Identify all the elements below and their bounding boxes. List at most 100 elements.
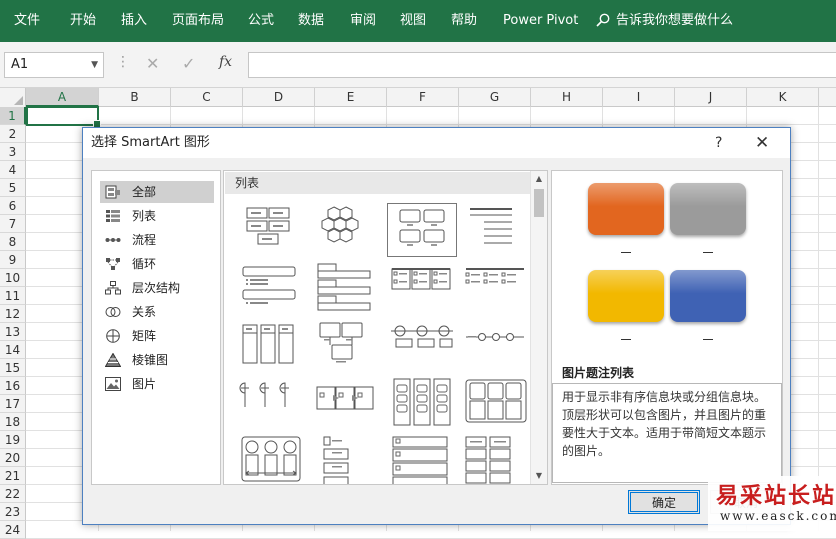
tab-home[interactable]: 开始 [70,0,96,42]
tab-view[interactable]: 视图 [400,0,426,42]
category-picture[interactable]: 图片 [100,373,214,395]
row-header-10[interactable]: 10 [0,269,26,287]
layout-thumbnail[interactable] [462,435,532,484]
row-header-13[interactable]: 13 [0,323,26,341]
name-box-dropdown-icon[interactable]: ▼ [91,53,98,77]
layout-thumbnail[interactable] [462,203,532,257]
category-label: 矩阵 [132,329,157,343]
row-header-15[interactable]: 15 [0,359,26,377]
cancel-entry-icon[interactable]: ✕ [146,54,159,73]
layout-thumbnail[interactable] [237,203,307,257]
layout-thumbnail[interactable] [462,377,532,431]
tab-file[interactable]: 文件 [14,0,40,42]
category-list-item[interactable]: 列表 [100,205,214,227]
category-relationship[interactable]: 关系 [100,301,214,323]
formula-bar-grip-icon[interactable]: ⋮ [116,54,130,70]
column-header-c[interactable]: C [171,88,243,107]
dialog-title-bar[interactable]: 选择 SmartArt 图形 ? ✕ [83,128,790,158]
layout-thumbnail[interactable] [237,377,307,431]
column-header-g[interactable]: G [459,88,531,107]
name-box[interactable]: A1 ▼ [4,52,104,78]
help-button[interactable]: ? [715,128,722,158]
insert-function-button[interactable]: fx [219,54,232,70]
row-header-17[interactable]: 17 [0,395,26,413]
layout-thumbnail-selected[interactable] [387,203,457,257]
row-header-2[interactable]: 2 [0,125,26,143]
row-header-11[interactable]: 11 [0,287,26,305]
tab-formulas[interactable]: 公式 [248,0,274,42]
row-header-12[interactable]: 12 [0,305,26,323]
picture-icon [105,377,121,391]
layout-thumbnail[interactable] [237,261,307,315]
confirm-entry-icon[interactable]: ✓ [182,54,195,73]
category-pyramid[interactable]: 棱锥图 [100,349,214,371]
layout-thumbnail[interactable] [237,435,307,484]
row-header-21[interactable]: 21 [0,467,26,485]
ribbon-tabs: 文件 开始 插入 页面布局 公式 数据 审阅 视图 帮助 Power Pivot… [0,0,836,42]
scroll-thumb[interactable] [534,189,544,217]
scroll-down-icon[interactable]: ▼ [531,468,547,484]
preview-shape-orange [588,183,664,235]
layout-thumbnail[interactable] [387,261,457,315]
row-header-23[interactable]: 23 [0,503,26,521]
layout-thumbnail[interactable] [312,203,382,257]
ok-button[interactable]: 确定 [628,490,700,514]
row-header-9[interactable]: 9 [0,251,26,269]
column-header-k[interactable]: K [747,88,819,107]
column-header-b[interactable]: B [99,88,171,107]
column-header-e[interactable]: E [315,88,387,107]
formula-input[interactable] [248,52,836,78]
dialog-title: 选择 SmartArt 图形 [91,135,210,150]
row-header-6[interactable]: 6 [0,197,26,215]
row-header-22[interactable]: 22 [0,485,26,503]
row-header-3[interactable]: 3 [0,143,26,161]
select-all-corner[interactable] [0,88,26,107]
row-header-7[interactable]: 7 [0,215,26,233]
category-matrix[interactable]: 矩阵 [100,325,214,347]
tab-data[interactable]: 数据 [298,0,324,42]
row-header-1[interactable]: 1 [0,107,26,125]
row-header-4[interactable]: 4 [0,161,26,179]
layout-thumbnail[interactable] [312,261,382,315]
column-header-j[interactable]: J [675,88,747,107]
tab-insert[interactable]: 插入 [121,0,147,42]
layout-thumbnail[interactable] [387,377,457,431]
column-header-h[interactable]: H [531,88,603,107]
layout-thumbnail[interactable] [312,435,382,484]
column-header-d[interactable]: D [243,88,315,107]
tab-page-layout[interactable]: 页面布局 [172,0,224,42]
layout-thumbnail[interactable] [312,319,382,373]
row-header-20[interactable]: 20 [0,449,26,467]
column-header-a[interactable]: A [26,88,99,107]
column-header-f[interactable]: F [387,88,459,107]
column-header-i[interactable]: I [603,88,675,107]
tell-me-search[interactable]: 告诉我你想要做什么 [596,0,733,42]
layout-thumbnail[interactable] [312,377,382,431]
watermark-url: www.easck.com [720,509,836,523]
category-label: 棱锥图 [132,353,169,367]
row-header-14[interactable]: 14 [0,341,26,359]
row-header-16[interactable]: 16 [0,377,26,395]
selected-cell-a1[interactable] [26,106,101,128]
layout-thumbnail[interactable] [237,319,307,373]
row-header-18[interactable]: 18 [0,413,26,431]
row-header-19[interactable]: 19 [0,431,26,449]
row-header-24[interactable]: 24 [0,521,26,539]
layout-thumbnail[interactable] [462,261,532,315]
category-hierarchy[interactable]: 层次结构 [100,277,214,299]
scroll-up-icon[interactable]: ▲ [531,171,547,187]
tab-help[interactable]: 帮助 [451,0,477,42]
tab-power-pivot[interactable]: Power Pivot [503,0,578,42]
row-header-8[interactable]: 8 [0,233,26,251]
gallery-scrollbar[interactable]: ▲ ▼ [530,171,547,484]
layout-thumbnail[interactable] [387,319,457,373]
tab-review[interactable]: 审阅 [350,0,376,42]
category-process[interactable]: 流程 [100,229,214,251]
close-button[interactable]: ✕ [755,128,769,158]
row-header-5[interactable]: 5 [0,179,26,197]
list-icon [106,210,120,222]
category-all[interactable]: 全部 [100,181,214,203]
category-cycle[interactable]: 循环 [100,253,214,275]
layout-thumbnail[interactable] [387,435,457,484]
layout-thumbnail[interactable] [462,319,532,373]
